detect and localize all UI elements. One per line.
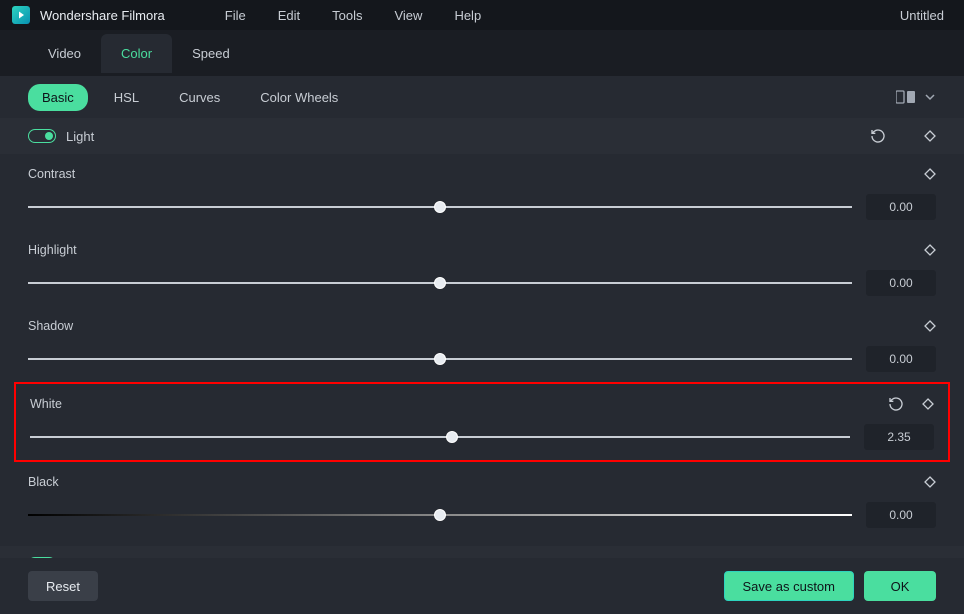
light-label: Light [66,129,94,144]
main-tabs: Video Color Speed [0,30,964,76]
black-slider[interactable] [28,506,852,524]
app-title: Wondershare Filmora [40,8,165,23]
subtab-curves[interactable]: Curves [165,84,234,111]
reset-icon[interactable] [888,396,904,412]
menubar: Wondershare Filmora File Edit Tools View… [0,0,964,30]
ok-button[interactable]: OK [864,571,936,601]
keyframe-icon[interactable] [924,476,936,488]
subtab-basic[interactable]: Basic [28,84,88,111]
section-light-header: Light [0,118,964,154]
light-toggle[interactable] [28,129,56,143]
black-label: Black [28,475,59,489]
reset-icon[interactable] [870,128,886,144]
contrast-value[interactable]: 0.00 [866,194,936,220]
highlight-value[interactable]: 0.00 [866,270,936,296]
white-slider[interactable] [30,428,850,446]
color-subtabs: Basic HSL Curves Color Wheels [0,76,964,118]
subtab-hsl[interactable]: HSL [100,84,153,111]
color-panel: Basic HSL Curves Color Wheels Light Cont… [0,76,964,614]
white-label: White [30,397,62,411]
subtab-color-wheels[interactable]: Color Wheels [246,84,352,111]
save-as-custom-button[interactable]: Save as custom [724,571,855,601]
shadow-label: Shadow [28,319,73,333]
menu-file[interactable]: File [213,4,258,27]
white-value[interactable]: 2.35 [864,424,934,450]
menu-help[interactable]: Help [442,4,493,27]
tab-video[interactable]: Video [28,34,101,73]
black-value[interactable]: 0.00 [866,502,936,528]
menu-edit[interactable]: Edit [266,4,312,27]
keyframe-icon[interactable] [924,168,936,180]
tab-color[interactable]: Color [101,34,172,73]
contrast-slider[interactable] [28,198,852,216]
highlight-label: Highlight [28,243,77,257]
document-title: Untitled [900,8,944,23]
shadow-slider[interactable] [28,350,852,368]
menu-view[interactable]: View [382,4,434,27]
shadow-value[interactable]: 0.00 [866,346,936,372]
tab-speed[interactable]: Speed [172,34,250,73]
reset-button[interactable]: Reset [28,571,98,601]
footer: Reset Save as custom OK [0,558,964,614]
menu-tools[interactable]: Tools [320,4,374,27]
param-contrast: Contrast 0.00 [0,154,964,230]
highlight-slider[interactable] [28,274,852,292]
keyframe-icon[interactable] [924,320,936,332]
app-logo [12,6,30,24]
keyframe-icon[interactable] [924,244,936,256]
adjust-toggle[interactable] [28,557,56,558]
param-shadow: Shadow 0.00 [0,306,964,382]
chevron-down-icon[interactable] [924,91,936,103]
contrast-label: Contrast [28,167,75,181]
param-black: Black 0.00 [0,462,964,538]
param-white: White 2.35 [14,382,950,462]
compare-icon[interactable] [896,89,916,105]
keyframe-icon[interactable] [924,130,936,142]
keyframe-icon[interactable] [922,398,934,410]
section-adjust-header: Adjust [0,546,964,558]
param-highlight: Highlight 0.00 [0,230,964,306]
